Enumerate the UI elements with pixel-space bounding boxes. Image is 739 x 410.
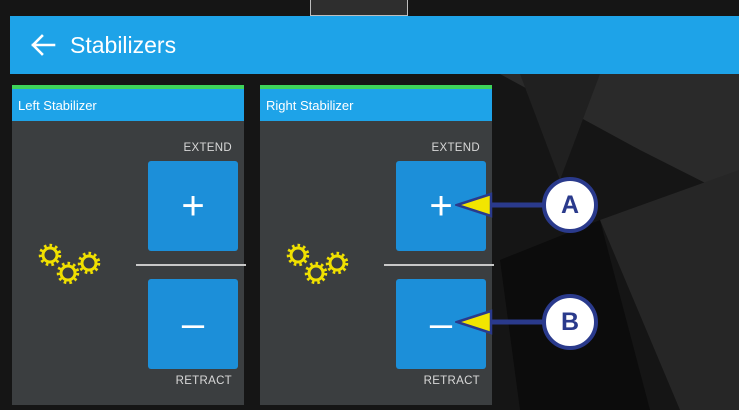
page-title: Stabilizers xyxy=(70,31,177,58)
left-retract-button[interactable]: – xyxy=(148,279,238,369)
header-bar: Stabilizers xyxy=(10,16,739,74)
panel-title: Right Stabilizer xyxy=(260,89,492,121)
retract-label: RETRACT xyxy=(423,375,480,387)
plus-icon: + xyxy=(181,183,205,228)
top-tab xyxy=(310,0,408,16)
minus-icon: – xyxy=(181,301,205,346)
gears-icon xyxy=(286,243,349,285)
callout-b: B xyxy=(542,294,598,350)
retract-label: RETRACT xyxy=(175,375,232,387)
callout-arrow-b xyxy=(455,309,547,335)
minus-icon: – xyxy=(429,301,453,346)
extend-label: EXTEND xyxy=(431,142,480,154)
divider xyxy=(384,264,494,266)
extend-label: EXTEND xyxy=(183,142,232,154)
divider xyxy=(136,264,246,266)
left-stabilizer-panel: Left Stabilizer EXTEND + – RETRACT xyxy=(12,85,246,405)
panel-title: Left Stabilizer xyxy=(12,89,244,121)
callout-a: A xyxy=(542,177,598,233)
callout-arrow-a xyxy=(455,192,547,218)
gears-icon xyxy=(38,243,101,285)
back-arrow-icon[interactable] xyxy=(30,32,56,58)
right-stabilizer-panel: Right Stabilizer EXTEND + – RETRACT xyxy=(260,85,494,405)
left-extend-button[interactable]: + xyxy=(148,161,238,251)
plus-icon: + xyxy=(429,183,453,228)
